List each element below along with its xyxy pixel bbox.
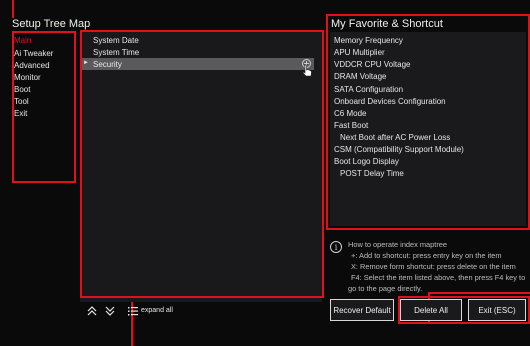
favorite-item-fast-boot[interactable]: Fast Boot: [334, 121, 368, 130]
submenu-list: [80, 30, 324, 298]
menu-item-ai-tweaker[interactable]: Ai Tweaker: [14, 49, 53, 58]
favorite-item-onboard-devices[interactable]: Onboard Devices Configuration: [334, 97, 446, 106]
menu-item-monitor[interactable]: Monitor: [14, 73, 41, 82]
menu-item-boot[interactable]: Boot: [14, 85, 30, 94]
favorite-item-post-delay-time[interactable]: POST Delay Time: [340, 169, 404, 178]
hand-pointer-icon: [302, 64, 312, 77]
menu-item-tool[interactable]: Tool: [14, 97, 29, 106]
submenu-item-system-time[interactable]: System Time: [93, 48, 139, 57]
favorite-item-c6-mode[interactable]: C6 Mode: [334, 109, 366, 118]
submenu-item-security[interactable]: Security: [93, 60, 122, 69]
menu-item-advanced[interactable]: Advanced: [14, 61, 50, 70]
favorite-item-boot-logo-display[interactable]: Boot Logo Display: [334, 157, 399, 166]
list-icon[interactable]: [128, 306, 138, 316]
favorite-item-memory-frequency[interactable]: Memory Frequency: [334, 36, 403, 45]
favorite-item-vddcr-cpu-voltage[interactable]: VDDCR CPU Voltage: [334, 60, 410, 69]
submenu-footer: [80, 300, 322, 322]
info-icon: i: [330, 241, 342, 253]
favorite-item-next-boot-ac-loss[interactable]: Next Boot after AC Power Loss: [340, 133, 450, 142]
expand-all-label[interactable]: expand all: [141, 307, 173, 314]
favorite-item-apu-multiplier[interactable]: APU Multiplier: [334, 48, 385, 57]
delete-all-button[interactable]: Delete All: [400, 299, 462, 321]
help-line-3: X: Remove form shortcut: press delete on…: [351, 262, 516, 271]
recover-default-button[interactable]: Recover Default: [330, 299, 394, 321]
favorite-item-dram-voltage[interactable]: DRAM Voltage: [334, 72, 386, 81]
double-chevron-down-icon[interactable]: [105, 306, 115, 316]
setup-tree-map-title: Setup Tree Map: [12, 18, 91, 30]
double-chevron-up-icon[interactable]: [87, 306, 97, 316]
help-line-2: +: Add to shortcut: press entry key on t…: [351, 251, 502, 260]
selected-arrow-icon: ►: [83, 60, 89, 66]
help-line-4: F4: Select the item listed above, then p…: [351, 273, 526, 282]
favorite-item-csm[interactable]: CSM (Compatibility Support Module): [334, 145, 464, 154]
callout-line-right-h: [428, 292, 530, 294]
exit-esc-button[interactable]: Exit (ESC): [468, 299, 526, 321]
menu-item-main[interactable]: Main: [14, 36, 31, 45]
menu-item-exit[interactable]: Exit: [14, 109, 27, 118]
submenu-item-system-date[interactable]: System Date: [93, 36, 139, 45]
favorite-item-sata-configuration[interactable]: SATA Configuration: [334, 85, 403, 94]
favorites-title: My Favorite & Shortcut: [331, 18, 443, 30]
help-line-5: go to the page directly.: [348, 284, 423, 293]
help-line-1: How to operate index maptree: [348, 240, 448, 249]
